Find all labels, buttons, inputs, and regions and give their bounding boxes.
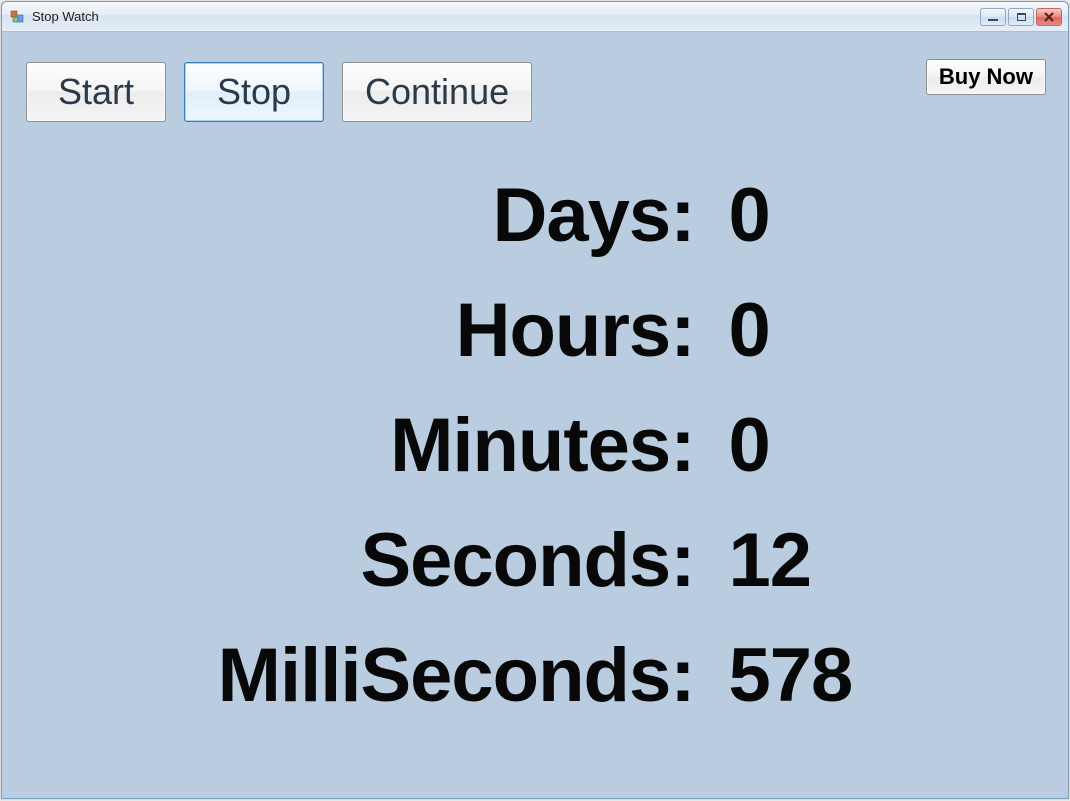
time-display: Days: 0 Hours: 0 Minutes: 0 Seconds: 12 … bbox=[26, 172, 1044, 719]
close-icon bbox=[1044, 12, 1054, 22]
milliseconds-label: MilliSeconds: bbox=[218, 632, 695, 719]
minimize-icon bbox=[988, 19, 998, 21]
start-button[interactable]: Start bbox=[26, 62, 166, 122]
minutes-label: Minutes: bbox=[218, 402, 695, 489]
stop-button[interactable]: Stop bbox=[184, 62, 324, 122]
maximize-button[interactable] bbox=[1008, 8, 1034, 26]
minimize-button[interactable] bbox=[980, 8, 1006, 26]
days-label: Days: bbox=[218, 172, 695, 259]
stopwatch-window: Stop Watch Start Stop Continue bbox=[1, 1, 1069, 799]
client-area: Start Stop Continue Buy Now Days: 0 Hour… bbox=[2, 32, 1068, 798]
window-controls bbox=[980, 8, 1062, 26]
seconds-label: Seconds: bbox=[218, 517, 695, 604]
maximize-icon bbox=[1017, 13, 1026, 21]
control-buttons: Start Stop Continue bbox=[26, 62, 1044, 122]
titlebar[interactable]: Stop Watch bbox=[2, 2, 1068, 32]
hours-label: Hours: bbox=[218, 287, 695, 374]
seconds-value: 12 bbox=[729, 517, 853, 604]
milliseconds-value: 578 bbox=[729, 632, 853, 719]
window-title: Stop Watch bbox=[32, 9, 980, 24]
continue-button[interactable]: Continue bbox=[342, 62, 532, 122]
buy-now-button[interactable]: Buy Now bbox=[926, 59, 1046, 95]
days-value: 0 bbox=[729, 172, 853, 259]
app-icon bbox=[10, 9, 26, 25]
close-button[interactable] bbox=[1036, 8, 1062, 26]
hours-value: 0 bbox=[729, 287, 853, 374]
minutes-value: 0 bbox=[729, 402, 853, 489]
